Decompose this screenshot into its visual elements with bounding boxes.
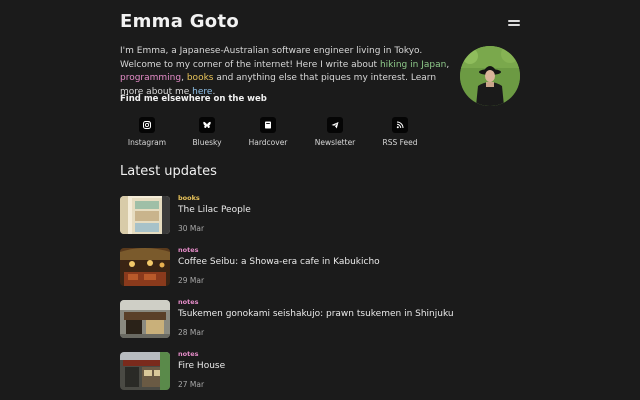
post-thumbnail [120, 248, 170, 286]
post-date: 27 Mar [178, 380, 205, 389]
post-category[interactable]: notes [178, 298, 198, 306]
post-thumbnail [120, 196, 170, 234]
programming-link[interactable]: programming [120, 73, 181, 83]
post-title[interactable]: Fire House [178, 361, 225, 371]
social-link-instagram[interactable]: Instagram [117, 117, 177, 147]
books-link[interactable]: books [187, 73, 214, 83]
post-item[interactable]: notes Coffee Seibu: a Showa-era cafe in … [120, 246, 520, 290]
latest-updates-heading: Latest updates [120, 164, 217, 179]
post-date: 29 Mar [178, 276, 205, 285]
post-title[interactable]: The Lilac People [178, 205, 251, 215]
social-label: Instagram [127, 138, 167, 147]
post-title[interactable]: Coffee Seibu: a Showa-era cafe in Kabuki… [178, 257, 380, 267]
intro-text: , [446, 59, 450, 70]
post-item[interactable]: books The Lilac People 30 Mar [120, 194, 520, 238]
post-date: 28 Mar [178, 328, 205, 337]
intro-paragraph: I'm Emma, a Japanese-Australian software… [120, 45, 455, 99]
social-label: Hardcover [248, 138, 288, 147]
hamburger-menu-icon[interactable] [508, 17, 520, 27]
page-container: Emma Goto I'm Emma, a Japanese-Australia… [120, 0, 520, 400]
intro-text: I'm Emma, a Japanese-Australian software… [120, 46, 423, 70]
social-label: Bluesky [192, 138, 222, 147]
post-item[interactable]: notes Fire House 27 Mar [120, 350, 520, 394]
post-date: 30 Mar [178, 224, 205, 233]
avatar [460, 46, 520, 106]
post-thumbnail [120, 352, 170, 390]
post-title[interactable]: Tsukemen gonokami seishakujo: prawn tsuk… [178, 309, 454, 319]
social-label: RSS Feed [382, 138, 418, 147]
post-item[interactable]: notes Tsukemen gonokami seishakujo: praw… [120, 298, 520, 342]
social-link-rss[interactable]: RSS Feed [370, 117, 430, 147]
social-link-newsletter[interactable]: Newsletter [305, 117, 365, 147]
instagram-icon [139, 117, 155, 133]
post-category[interactable]: notes [178, 246, 198, 254]
hardcover-icon [260, 117, 276, 133]
elsewhere-heading: Find me elsewhere on the web [120, 94, 267, 104]
social-label: Newsletter [314, 138, 356, 147]
social-links: Instagram Bluesky Hardcover Newsletter R… [120, 117, 440, 151]
post-category[interactable]: notes [178, 350, 198, 358]
newsletter-icon [327, 117, 343, 133]
post-thumbnail [120, 300, 170, 338]
social-link-hardcover[interactable]: Hardcover [238, 117, 298, 147]
bluesky-icon [199, 117, 215, 133]
site-title[interactable]: Emma Goto [120, 11, 239, 32]
rss-icon [392, 117, 408, 133]
post-category[interactable]: books [178, 194, 200, 202]
social-link-bluesky[interactable]: Bluesky [177, 117, 237, 147]
hiking-link[interactable]: hiking in Japan [380, 60, 446, 70]
